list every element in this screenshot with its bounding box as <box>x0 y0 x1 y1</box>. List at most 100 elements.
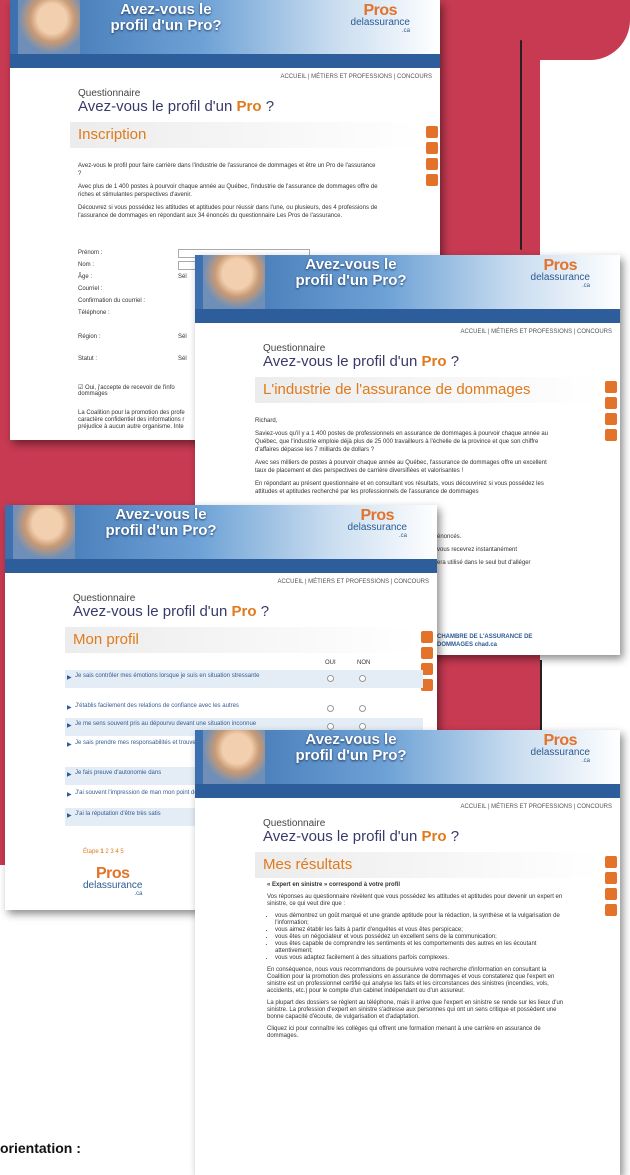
nav-metiers[interactable]: MÉTIERS ET PROFESSIONS <box>311 74 392 80</box>
share-icon[interactable] <box>605 413 617 425</box>
nav-accueil[interactable]: ACCUEIL <box>277 579 303 585</box>
model-photo <box>13 505 75 559</box>
arrow-icon: ▶ <box>67 813 72 819</box>
question-row: ▶ J'établis facilement des relations de c… <box>65 700 423 718</box>
label-nom: Nom : <box>78 262 95 268</box>
model-photo <box>203 730 265 784</box>
nav-accueil[interactable]: ACCUEIL <box>280 74 306 80</box>
non-radio[interactable] <box>359 705 366 712</box>
label-prenom: Prénom : <box>78 250 103 256</box>
colleges-link[interactable]: Cliquez ici pour connaître les collèges … <box>267 1026 567 1040</box>
results-text: « Expert en sinistre » correspond à votr… <box>267 882 567 1045</box>
label-region: Région : <box>78 334 101 340</box>
print-icon[interactable] <box>605 872 617 884</box>
page-title: Avez-vous le profil d'un Pro ? <box>78 98 275 115</box>
result-bullet: vous démontrez un goût marqué et une gra… <box>275 913 567 927</box>
oui-header: OUI <box>325 660 336 666</box>
label-age: Âge : <box>78 274 93 280</box>
nav-concours[interactable]: CONCOURS <box>397 74 432 80</box>
oui-radio[interactable] <box>327 723 334 730</box>
email-icon[interactable] <box>605 856 617 868</box>
model-photo <box>18 0 80 54</box>
statut-select[interactable]: Sél <box>178 356 187 362</box>
label-courriel: Courriel : <box>78 286 103 292</box>
site-title: Avez-vous le profil d'un Pro? <box>105 506 217 539</box>
nav-metiers[interactable]: MÉTIERS ET PROFESSIONS <box>308 579 389 585</box>
email-icon[interactable] <box>421 631 433 643</box>
top-nav: ACCUEIL | MÉTIERS ET PROFESSIONS | CONCO… <box>460 804 612 810</box>
result-bullet: vous êtes un négociateur et vous posséde… <box>275 934 567 941</box>
label-statut: Statut : <box>78 356 98 362</box>
nav-concours[interactable]: CONCOURS <box>394 579 429 585</box>
intro-text: Avez-vous le profil pour faire carrière … <box>78 163 378 219</box>
page-title: Avez-vous le profil d'un Pro ? <box>73 603 270 620</box>
nav-metiers[interactable]: MÉTIERS ET PROFESSIONS <box>491 804 572 810</box>
section-heading: L'industrie de l'assurance de dommages <box>255 377 602 403</box>
non-header: NON <box>357 660 371 666</box>
consent-checkbox[interactable]: ☑ Oui, j'accepte de recevoir de l'info do… <box>78 384 175 397</box>
help-icon[interactable] <box>426 174 438 186</box>
step-pager: Étape 1 2 3 4 5 <box>83 849 124 855</box>
help-icon[interactable] <box>605 429 617 441</box>
label-confirmation: Confirmation du courriel : <box>78 298 146 304</box>
result-headline: « Expert en sinistre » correspond à votr… <box>267 882 401 888</box>
header-bar <box>195 309 620 323</box>
step-4[interactable]: 4 <box>115 849 118 855</box>
label-telephone: Téléphone : <box>78 310 110 316</box>
nav-concours[interactable]: CONCOURS <box>577 804 612 810</box>
step-3[interactable]: 3 <box>110 849 113 855</box>
connector-line <box>520 40 522 250</box>
red-background-top <box>420 0 630 60</box>
site-title: Avez-vous le profil d'un Pro? <box>295 731 407 764</box>
top-nav: ACCUEIL | MÉTIERS ET PROFESSIONS | CONCO… <box>277 579 429 585</box>
nav-accueil[interactable]: ACCUEIL <box>460 804 486 810</box>
header-bar <box>10 54 440 68</box>
model-photo <box>203 255 265 309</box>
region-select[interactable]: Sél <box>178 334 187 340</box>
share-icon[interactable] <box>426 158 438 170</box>
help-icon[interactable] <box>605 904 617 916</box>
pros-logo[interactable]: Pros delassurance .ca <box>531 733 590 765</box>
section-heading: Inscription <box>70 122 422 148</box>
chad-logo[interactable]: CHAMBRE DE L'ASSURANCE DE DOMMAGES chad.… <box>437 633 557 649</box>
site-title: Avez-vous le profil d'un Pro? <box>110 1 222 34</box>
nav-concours[interactable]: CONCOURS <box>577 329 612 335</box>
pros-logo[interactable]: Pros delassurance .ca <box>531 258 590 290</box>
header-bar <box>195 784 620 798</box>
share-icon[interactable] <box>605 888 617 900</box>
step-1[interactable]: 1 <box>100 849 103 855</box>
nav-metiers[interactable]: MÉTIERS ET PROFESSIONS <box>491 329 572 335</box>
arrow-icon: ▶ <box>67 792 72 798</box>
pros-logo[interactable]: Pros delassurance .ca <box>351 3 410 35</box>
email-icon[interactable] <box>605 381 617 393</box>
result-bullet: vous aimez établir les faits à partir d'… <box>275 927 567 934</box>
oui-radio[interactable] <box>327 705 334 712</box>
pros-logo-footer[interactable]: Pros delassurance .ca <box>83 866 142 898</box>
page-title: Avez-vous le profil d'un Pro ? <box>263 828 460 845</box>
section-heading: Mes résultats <box>255 852 602 878</box>
arrow-icon: ▶ <box>67 742 72 748</box>
non-radio[interactable] <box>359 675 366 682</box>
print-icon[interactable] <box>426 142 438 154</box>
print-icon[interactable] <box>421 647 433 659</box>
step-5[interactable]: 5 <box>120 849 123 855</box>
nav-accueil[interactable]: ACCUEIL <box>460 329 486 335</box>
print-icon[interactable] <box>605 397 617 409</box>
question-row: ▶ Je sais contrôler mes émotions lorsque … <box>65 670 423 688</box>
email-icon[interactable] <box>426 126 438 138</box>
footer-text: La Coalition pour la promotion des profe… <box>78 410 185 430</box>
arrow-icon: ▶ <box>67 675 72 681</box>
step-2[interactable]: 2 <box>105 849 108 855</box>
site-title: Avez-vous le profil d'un Pro? <box>295 256 407 289</box>
pros-logo[interactable]: Pros delassurance .ca <box>348 508 407 540</box>
top-nav: ACCUEIL | MÉTIERS ET PROFESSIONS | CONCO… <box>280 74 432 80</box>
age-select[interactable]: Sél <box>178 274 187 280</box>
result-bullet: vous vous adaptez facilement à des situa… <box>275 955 567 962</box>
arrow-icon: ▶ <box>67 772 72 778</box>
header-bar <box>5 559 437 573</box>
screenshot-mes-resultats: Avez-vous le profil d'un Pro? Pros delassu… <box>195 730 620 1175</box>
result-bullets: vous démontrez un goût marqué et une gra… <box>267 913 567 962</box>
non-radio[interactable] <box>359 723 366 730</box>
industrie-text-tail: énoncés. vous recevrez instantanément era … <box>437 534 531 566</box>
oui-radio[interactable] <box>327 675 334 682</box>
